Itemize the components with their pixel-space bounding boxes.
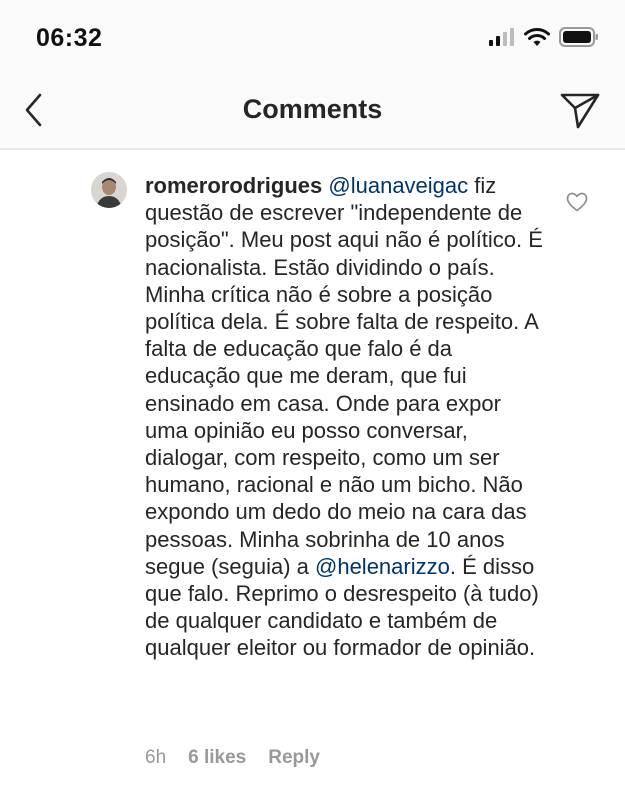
like-button[interactable] — [566, 192, 588, 212]
signal-icon — [489, 28, 514, 46]
avatar[interactable] — [91, 172, 127, 208]
status-bar: 06:32 — [0, 0, 625, 78]
mention-link[interactable]: @luanaveigac — [328, 173, 468, 198]
comment-username[interactable]: romerorodrigues — [145, 173, 322, 198]
status-icons — [489, 27, 599, 47]
likes-count[interactable]: 6 likes — [188, 747, 246, 769]
nav-bar: Comments — [0, 78, 625, 150]
share-button[interactable] — [559, 90, 601, 130]
battery-icon — [559, 27, 598, 47]
comment-text-part: fiz questão de escrever "independente de… — [145, 173, 543, 579]
avatar-image — [91, 172, 127, 208]
mention-link[interactable]: @helenarizzo — [315, 554, 450, 579]
reply-button[interactable]: Reply — [268, 747, 320, 769]
wifi-icon — [524, 27, 550, 46]
page-title: Comments — [242, 94, 383, 124]
heart-outline-icon — [566, 192, 588, 212]
paper-plane-icon — [560, 93, 600, 129]
comment-time: 6h — [145, 747, 167, 768]
status-time: 06:32 — [36, 24, 103, 52]
comment-text: romerorodrigues @luanaveigac fiz questão… — [145, 172, 545, 662]
comment-meta: 6h 6 likes Reply — [145, 747, 320, 769]
